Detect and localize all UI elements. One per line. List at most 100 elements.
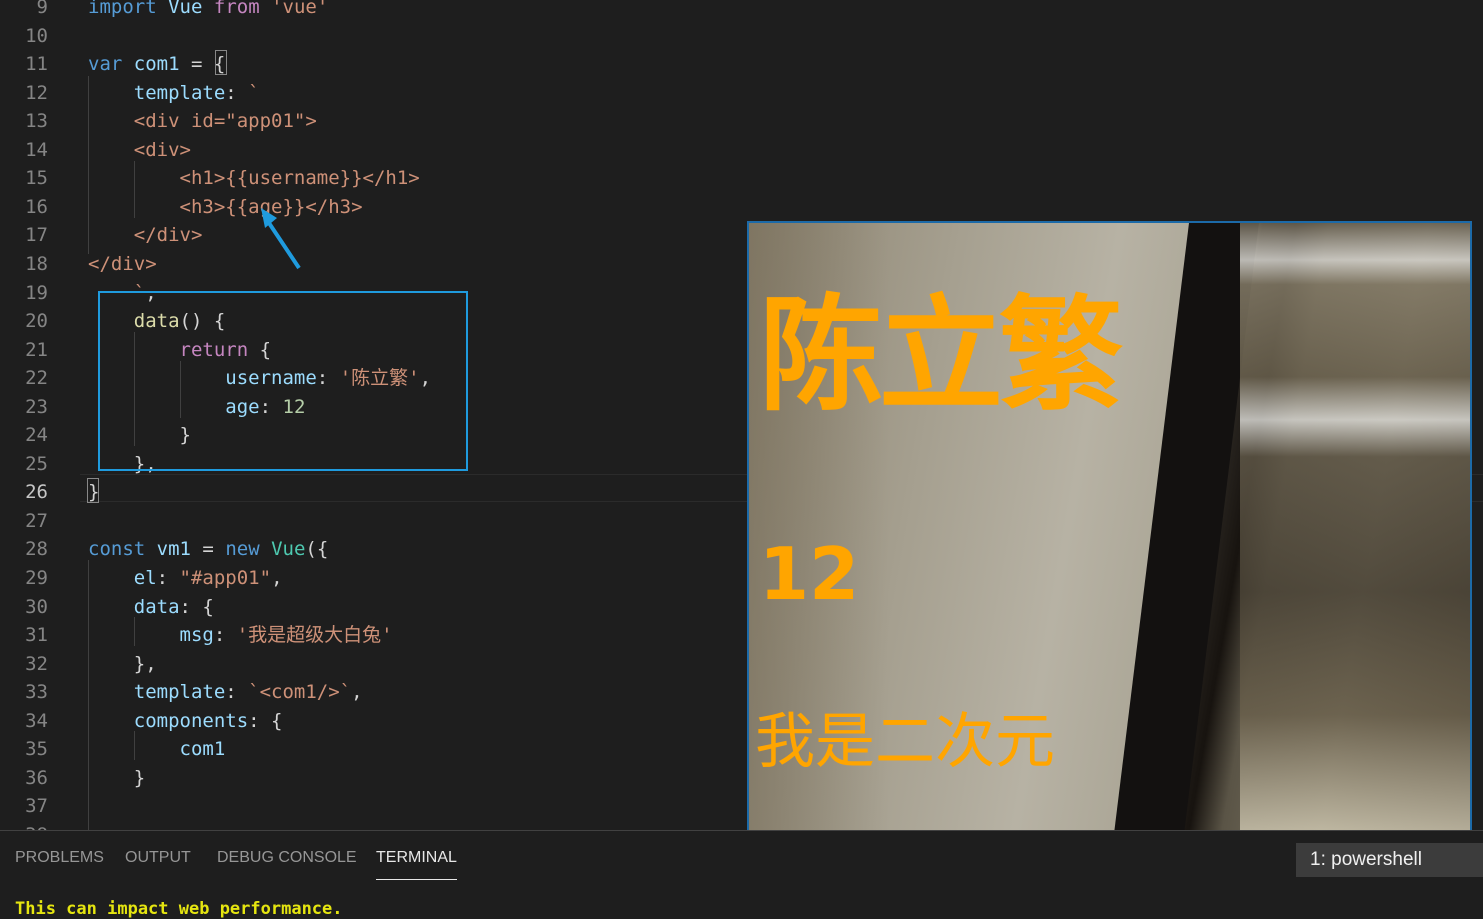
code-token: com1 <box>179 738 226 761</box>
code-line[interactable]: 12 template: ` <box>0 79 1483 107</box>
bracket-match-open <box>215 50 227 75</box>
code-token: : <box>213 624 237 647</box>
annotation-highlight-box <box>98 291 468 471</box>
code-text: } <box>88 764 145 792</box>
code-text: </div> <box>88 221 203 249</box>
code-text: com1 <box>88 735 226 763</box>
code-editor[interactable]: 9 import Vue from 'vue' 10 11 var com1 = {12… <box>0 0 1483 830</box>
code-text: var com1 = { <box>88 50 225 78</box>
terminal-select[interactable]: 1: powershell <box>1296 843 1483 877</box>
line-number: 27 <box>25 509 48 532</box>
code-text: <div id="app01"> <box>88 107 317 135</box>
line-number: 26 <box>25 481 48 504</box>
code-token: : { <box>179 595 214 618</box>
code-token: ({ <box>305 538 329 561</box>
code-token: el <box>133 567 157 589</box>
code-text: template: `<com1/>`, <box>88 678 363 706</box>
tab-debug-console[interactable]: DEBUG CONSOLE <box>217 849 357 867</box>
code-text: }, <box>88 650 157 678</box>
line-number: 38 <box>0 821 48 830</box>
code-token: from <box>213 0 260 18</box>
code-token: 'vue' <box>271 0 329 18</box>
code-token: Vue <box>168 0 203 18</box>
code-line[interactable]: 15 <h1>{{username}}</h1> <box>0 164 1483 192</box>
line-number: 15 <box>25 167 48 190</box>
line-number: 9 <box>36 0 48 18</box>
preview-age-heading: 12 <box>759 532 860 616</box>
line-number: 16 <box>25 195 48 218</box>
code-text: </div> <box>88 250 157 278</box>
preview-msg-text: 我是二次元 <box>755 707 1055 777</box>
line-number: 36 <box>25 766 48 789</box>
line-number: 22 <box>25 367 48 390</box>
preview-username-heading: 陈立繁 <box>759 284 1123 428</box>
line-number: 32 <box>25 652 48 675</box>
code-text: <h1>{{username}}</h1> <box>88 164 420 192</box>
line-number: 30 <box>25 595 48 618</box>
code-token: import <box>88 0 157 18</box>
line-number: 11 <box>25 53 48 76</box>
code-token: : <box>225 81 249 104</box>
render-preview: 陈立繁 12 我是二次元 <box>747 221 1472 830</box>
code-token: : { <box>248 709 283 732</box>
line-number: 34 <box>25 709 48 732</box>
code-line[interactable]: 13 <div id="app01"> <box>0 107 1483 135</box>
line-number: 20 <box>25 310 48 333</box>
code-line[interactable]: 14 <div> <box>0 136 1483 164</box>
code-token: '我是超级大白兔' <box>236 624 393 647</box>
tab-output[interactable]: OUTPUT <box>125 849 191 867</box>
line-number: 25 <box>25 452 48 475</box>
code-token: : <box>156 567 180 589</box>
terminal-output: This can impact web performance. <box>15 899 343 919</box>
line-number: 35 <box>25 738 48 761</box>
code-text: <div> <box>88 136 191 164</box>
line-number: 18 <box>25 252 48 275</box>
code-token: <div> <box>133 138 191 161</box>
line-number: 19 <box>25 281 48 304</box>
code-token: <h1>{{username}}</h1> <box>179 167 420 190</box>
preview-dark-bar <box>1110 223 1259 830</box>
code-text: data: { <box>88 593 214 621</box>
tab-problems[interactable]: PROBLEMS <box>15 849 104 867</box>
code-token: Vue <box>271 538 306 561</box>
code-text: template: ` <box>88 79 260 107</box>
line-number: 17 <box>25 224 48 247</box>
indent-guide <box>134 731 135 760</box>
code-token: components <box>133 709 249 732</box>
code-line[interactable]: 9 import Vue from 'vue' <box>0 0 1483 21</box>
arrow-icon <box>261 208 301 270</box>
code-text: components: { <box>88 707 283 735</box>
code-token: ` <box>248 81 260 104</box>
code-token: }, <box>88 652 157 675</box>
indent-guide <box>88 560 89 830</box>
code-token: new <box>225 538 260 561</box>
code-line[interactable]: 10 <box>0 22 1483 50</box>
code-token: com1 <box>133 53 180 76</box>
code-token: = <box>190 538 226 561</box>
line-number: 12 <box>25 81 48 104</box>
code-text: <h3>{{age}}</h3> <box>88 193 363 221</box>
line-number: 33 <box>25 681 48 704</box>
code-token: } <box>88 766 146 789</box>
indent-guide <box>134 161 135 218</box>
code-token: template <box>133 681 226 704</box>
line-number: 21 <box>25 338 48 361</box>
tab-terminal[interactable]: TERMINAL <box>376 849 457 880</box>
preview-window-blinds <box>1240 223 1470 830</box>
code-token: : <box>225 681 249 704</box>
code-token: , <box>351 681 363 704</box>
code-token: const <box>88 538 146 561</box>
line-number: 23 <box>25 395 48 418</box>
code-line[interactable]: 16 <h3>{{age}}</h3> <box>0 193 1483 221</box>
code-token: , <box>271 567 283 589</box>
code-token: vm1 <box>156 538 191 561</box>
code-token: template <box>133 81 226 104</box>
